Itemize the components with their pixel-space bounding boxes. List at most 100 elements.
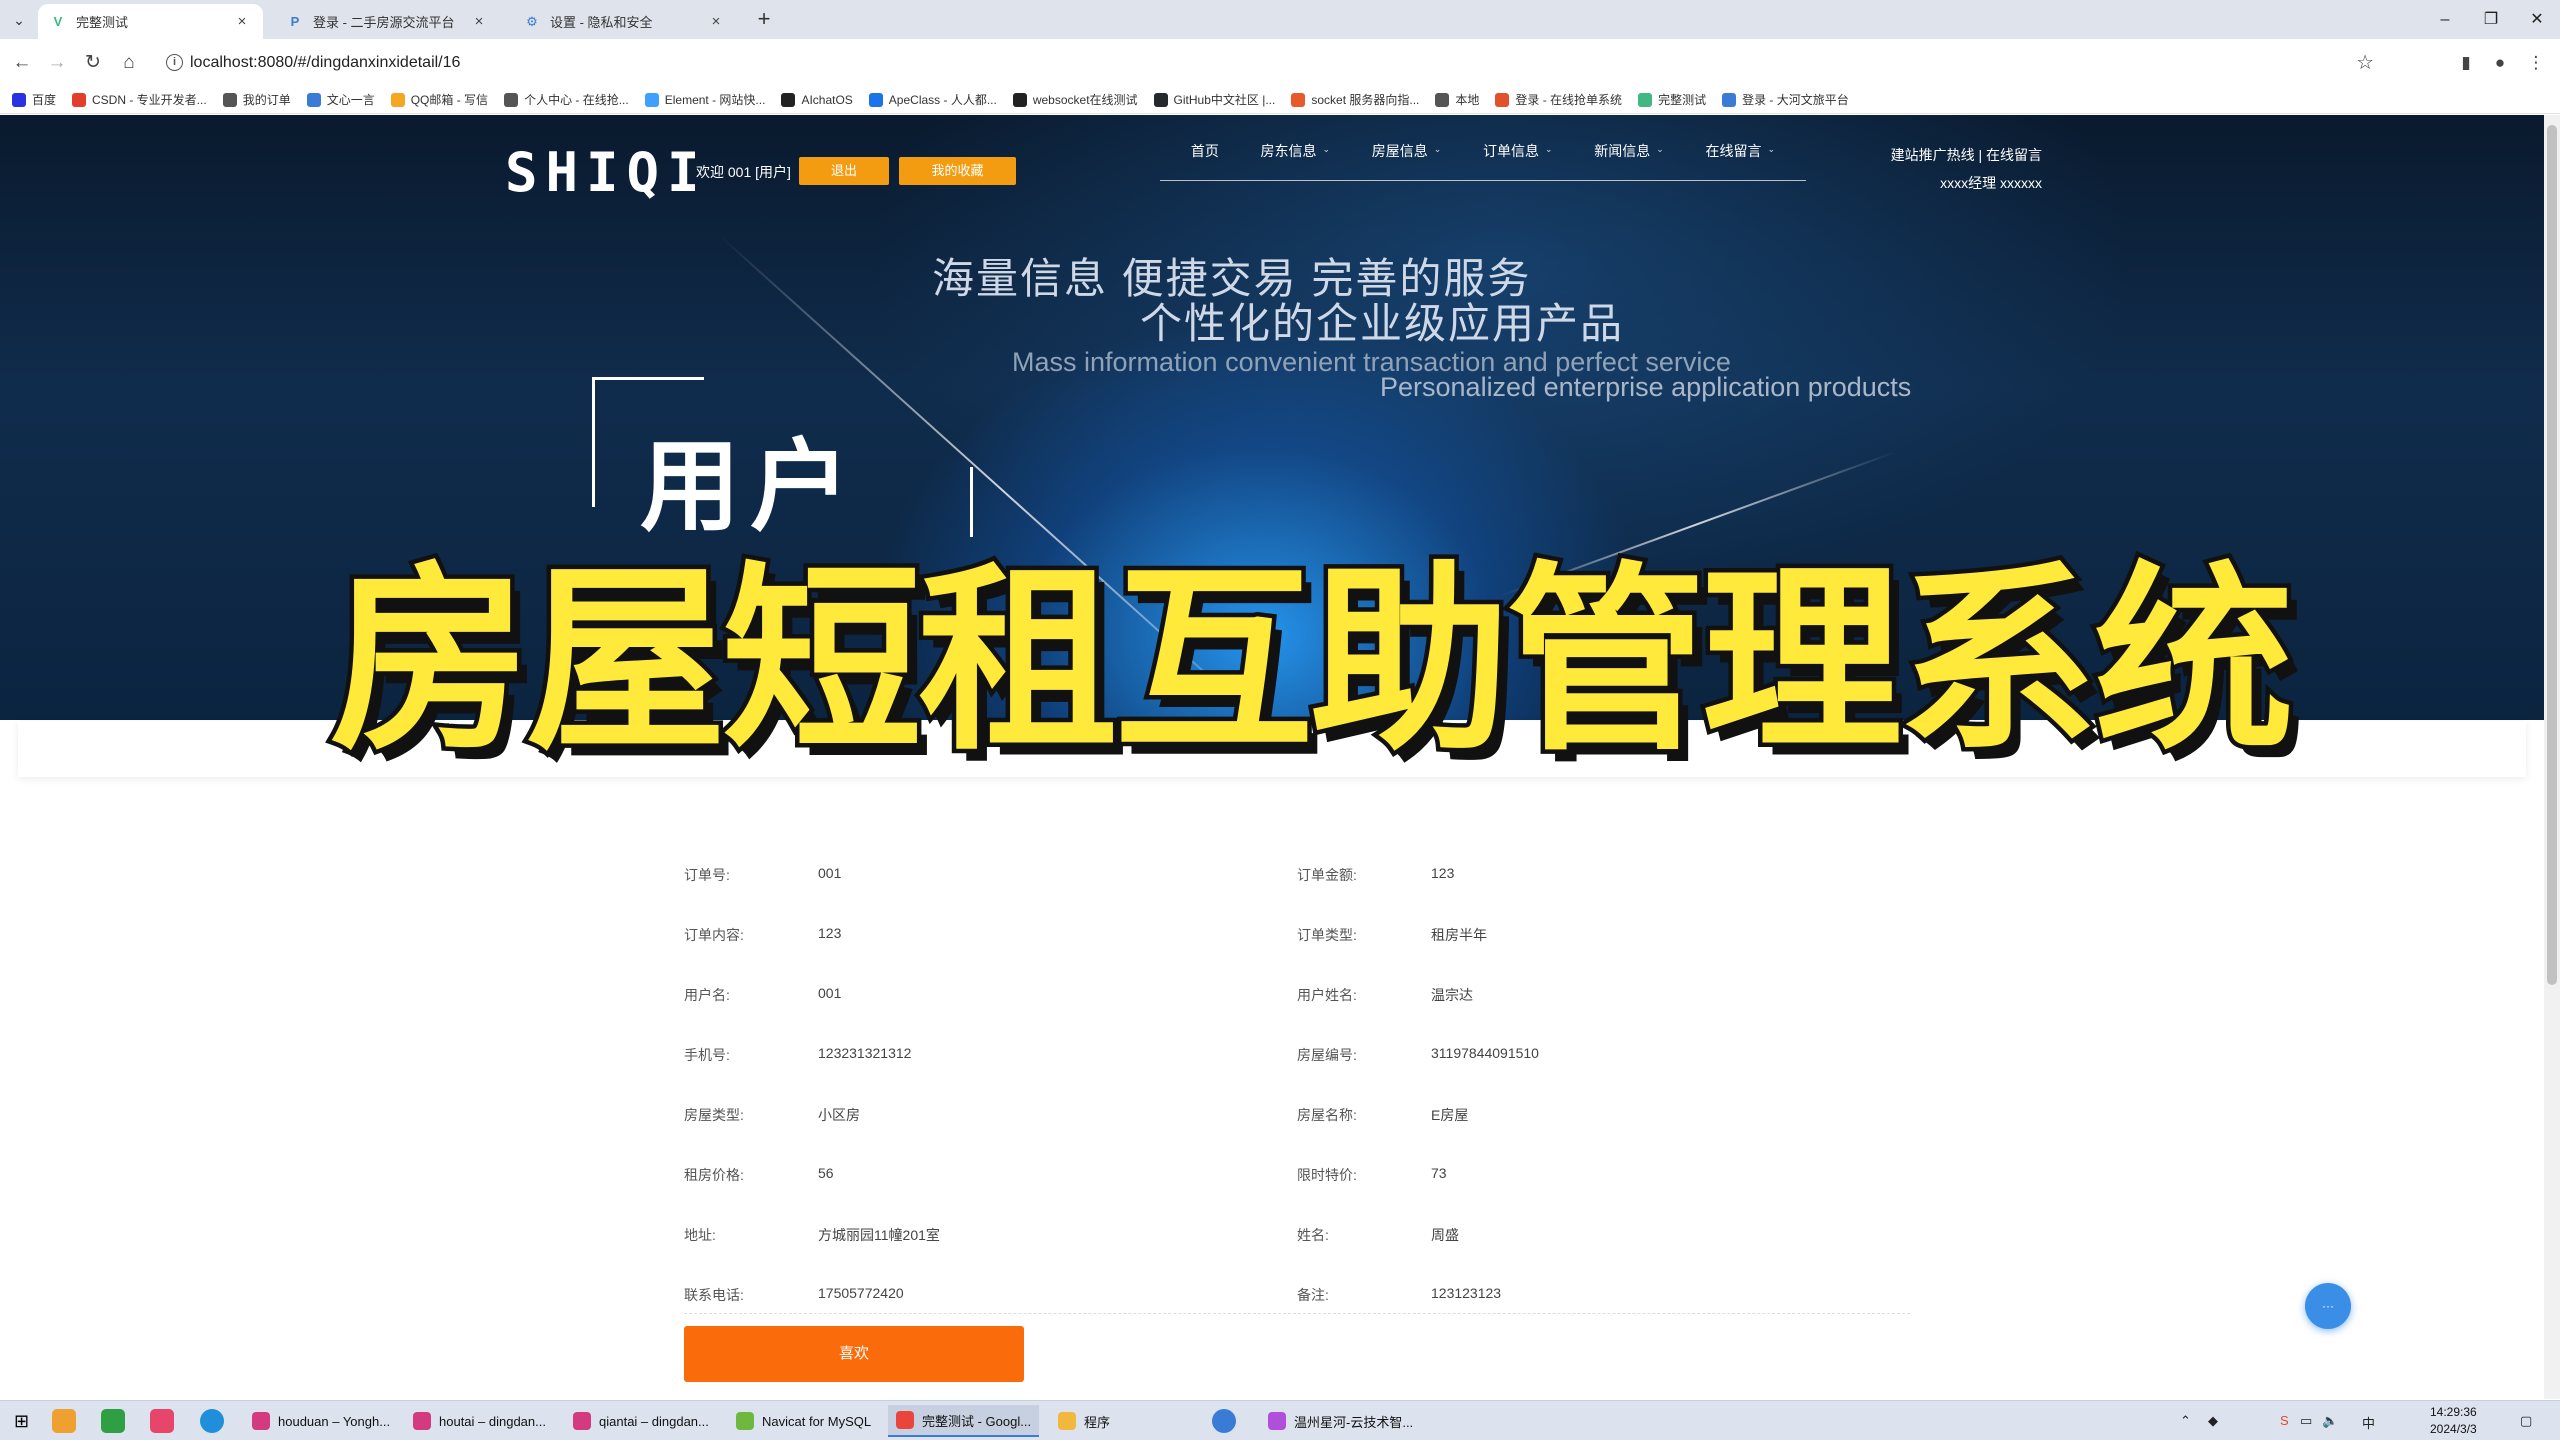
system-clock[interactable]: 14:29:36 2024/3/3 xyxy=(2430,1404,2477,1438)
detail-label: 手机号: xyxy=(684,1047,730,1063)
detail-field: 地址: 方城丽园11幢201室 xyxy=(684,1225,1297,1245)
volume-icon[interactable]: 🔈 xyxy=(2322,1413,2338,1429)
forward-icon[interactable]: → xyxy=(43,49,71,77)
detail-row: 房屋类型: 小区房 房屋名称: E房屋 xyxy=(684,1085,1910,1145)
nav-item-3[interactable]: 订单信息 ⌄ xyxy=(1483,141,1553,180)
home-icon[interactable]: ⌂ xyxy=(115,49,143,77)
bookmark-item[interactable]: 百度 xyxy=(12,91,56,108)
browser-tab-2[interactable]: ⚙ 设置 - 隐私和安全 × xyxy=(512,4,737,39)
nav-item-label: 房屋信息 xyxy=(1371,143,1428,159)
ime-indicator[interactable]: 中 xyxy=(2362,1413,2375,1432)
nav-item-1[interactable]: 房东信息 ⌄ xyxy=(1261,141,1331,180)
divider xyxy=(684,1313,1910,1314)
sogou-icon[interactable]: S xyxy=(2280,1413,2289,1428)
taskbar-app[interactable]: Navicat for MySQL xyxy=(728,1405,879,1437)
logout-button[interactable]: 退出 xyxy=(799,157,889,185)
close-tab-icon[interactable]: × xyxy=(707,13,725,30)
bookmark-favicon-icon xyxy=(1153,92,1168,107)
my-favorites-button[interactable]: 我的收藏 xyxy=(899,157,1016,185)
detail-label: 订单金额: xyxy=(1297,867,1357,883)
taskbar-app[interactable]: houduan – Yongh... xyxy=(244,1405,398,1437)
nav-item-4[interactable]: 新闻信息 ⌄ xyxy=(1594,141,1664,180)
site-info-icon[interactable]: i xyxy=(166,54,183,71)
new-tab-button[interactable]: + xyxy=(752,8,776,32)
windows-start-icon[interactable]: ⊞ xyxy=(14,1411,29,1432)
bookmark-favicon-icon xyxy=(1495,92,1510,107)
app-icon xyxy=(1268,1412,1286,1430)
detail-value: 周盛 xyxy=(1431,1227,1459,1243)
bookmark-item[interactable]: CSDN - 专业开发者... xyxy=(72,91,207,108)
url-input[interactable]: i localhost:8080/#/dingdanxinxidetail/16… xyxy=(156,46,2376,80)
bookmark-item[interactable]: 完整测试 xyxy=(1638,91,1706,108)
page-viewport: SHIQI 欢迎 001 [用户] 退出 我的收藏 首页 房东信息 ⌄ 房屋信息 ⌄ 订单… xyxy=(0,115,2560,1399)
store-icon[interactable] xyxy=(52,1409,76,1433)
taskbar-app[interactable]: 温州星河-云技术智... xyxy=(1260,1405,1421,1437)
bookmark-item[interactable]: QQ邮箱 - 写信 xyxy=(390,91,488,108)
site-logo[interactable]: SHIQI xyxy=(505,141,708,204)
detail-value: 001 xyxy=(818,865,842,881)
back-icon[interactable]: ← xyxy=(8,49,36,77)
bookmark-item[interactable]: 个人中心 - 在线抢... xyxy=(504,91,629,108)
side-panel-icon[interactable]: ▮ xyxy=(2452,49,2480,77)
tray-chevron-icon[interactable]: ⌃ xyxy=(2180,1413,2191,1429)
edge-icon[interactable] xyxy=(200,1409,224,1433)
bookmark-item[interactable]: 登录 - 大河文旅平台 xyxy=(1722,91,1849,108)
bookmark-item[interactable]: websocket在线测试 xyxy=(1012,91,1138,108)
like-button[interactable]: 喜欢 xyxy=(684,1326,1024,1382)
bookmark-label: GitHub中文社区 |... xyxy=(1173,93,1276,107)
app-icon xyxy=(1058,1412,1076,1430)
bookmark-item[interactable]: 文心一言 xyxy=(306,91,375,108)
bookmark-item[interactable]: 我的订单 xyxy=(222,91,291,108)
profile-icon[interactable]: ● xyxy=(2486,49,2514,77)
network-icon[interactable]: ▭ xyxy=(2300,1413,2312,1429)
restore-icon[interactable]: ❐ xyxy=(2476,6,2506,34)
browser-tab-1[interactable]: P 登录 - 二手房源交流平台 × xyxy=(275,4,500,39)
bookmark-item[interactable]: ApeClass - 人人都... xyxy=(868,91,997,108)
hotline-title[interactable]: 建站推广热线 | 在线留言 xyxy=(1876,145,2042,165)
minimize-icon[interactable]: – xyxy=(2430,6,2460,34)
menu-kebab-icon[interactable]: ⋮ xyxy=(2522,49,2550,77)
detail-field: 订单类型: 租房半年 xyxy=(1297,925,1910,945)
detail-row: 地址: 方城丽园11幢201室 姓名: 周盛 xyxy=(684,1205,1910,1265)
bookmark-item[interactable]: AIchatOS xyxy=(781,92,853,107)
taskbar-app[interactable]: qiantai – dingdan... xyxy=(565,1405,717,1437)
bookmark-label: 登录 - 大河文旅平台 xyxy=(1742,93,1849,107)
tray-app-icon[interactable]: ◆ xyxy=(2208,1413,2218,1429)
close-window-icon[interactable]: ✕ xyxy=(2522,6,2552,34)
tab-search-button[interactable]: ⌄ xyxy=(8,9,30,31)
page-scrollbar[interactable] xyxy=(2544,115,2560,1399)
chevron-down-icon: ⌄ xyxy=(1767,144,1776,154)
bookmark-item[interactable]: GitHub中文社区 |... xyxy=(1153,91,1276,108)
nav-item-2[interactable]: 房屋信息 ⌄ xyxy=(1372,141,1442,180)
bookmark-label: AIchatOS xyxy=(801,92,853,107)
bookmark-star-icon[interactable]: ☆ xyxy=(2356,50,2374,75)
nav-item-5[interactable]: 在线留言 ⌄ xyxy=(1706,141,1776,180)
close-tab-icon[interactable]: × xyxy=(233,13,251,30)
bookmark-item[interactable]: Element - 网站快... xyxy=(644,91,765,108)
taskbar-app[interactable]: 完整测试 - Googl... xyxy=(888,1405,1040,1437)
close-tab-icon[interactable]: × xyxy=(470,13,488,30)
notification-icon[interactable]: ▢ xyxy=(2520,1413,2532,1429)
bookmark-item[interactable]: 本地 xyxy=(1435,91,1479,108)
detail-value: 123 xyxy=(818,925,842,941)
detail-field: 租房价格: 56 xyxy=(684,1165,1297,1185)
floating-chat-button[interactable]: ··· xyxy=(2305,1283,2351,1329)
taskbar-app[interactable]: 程序 xyxy=(1050,1405,1118,1437)
taskbar-app[interactable]: houtai – dingdan... xyxy=(405,1405,554,1437)
bookmark-item[interactable]: 登录 - 在线抢单系统 xyxy=(1495,91,1622,108)
bookmarks-bar: 百度 CSDN - 专业开发者... 我的订单 文心一言 QQ邮箱 - 写信 个人中心 -… xyxy=(0,86,2560,114)
search-icon[interactable] xyxy=(1212,1409,1236,1433)
music-icon[interactable] xyxy=(150,1409,174,1433)
detail-value: 温宗达 xyxy=(1431,987,1473,1003)
nav-item-0[interactable]: 首页 xyxy=(1191,141,1219,180)
detail-field: 订单金额: 123 xyxy=(1297,865,1910,885)
scrollbar-thumb[interactable] xyxy=(2547,125,2557,985)
bookmark-item[interactable]: socket 服务器向指... xyxy=(1291,91,1419,108)
url-text: localhost:8080/#/dingdanxinxidetail/16 xyxy=(190,54,461,71)
detail-label: 订单号: xyxy=(684,867,730,883)
reload-icon[interactable]: ↻ xyxy=(79,49,107,77)
wechat-icon[interactable] xyxy=(101,1409,125,1433)
tab-title: 登录 - 二手房源交流平台 xyxy=(313,15,455,30)
bookmark-favicon-icon xyxy=(12,92,26,107)
browser-tab-0[interactable]: V 完整测试 × xyxy=(38,4,263,39)
